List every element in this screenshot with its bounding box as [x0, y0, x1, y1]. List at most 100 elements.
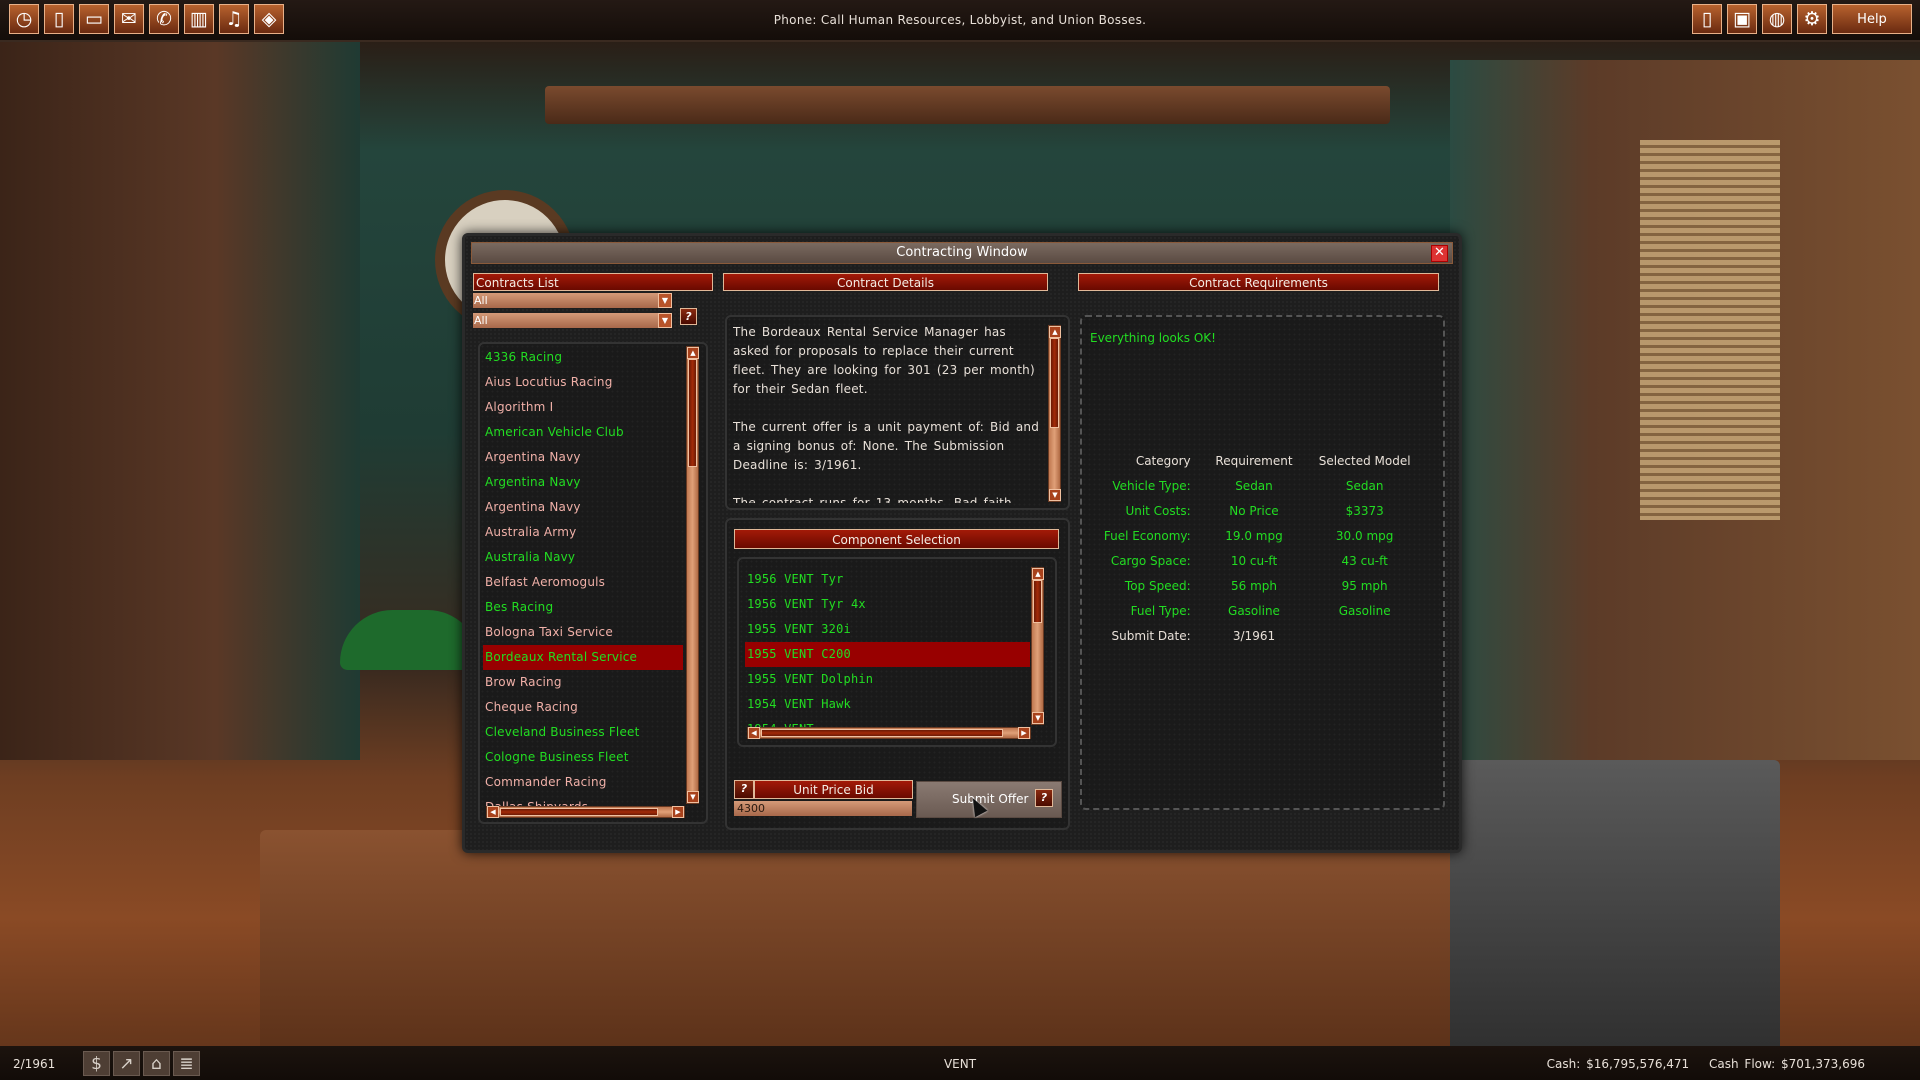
contract-list-item[interactable]: Algorithm I [483, 395, 683, 420]
contract-list-item[interactable]: 4336 Racing [483, 345, 683, 370]
component-list-item[interactable]: 1955 VENT 320i [745, 617, 1030, 642]
column-header: Selected Model [1318, 453, 1411, 468]
contracts-help-button[interactable]: ? [680, 308, 697, 325]
toolbar-right-icon-group: ▯ ▣ ◍ ⚙ [1692, 4, 1827, 34]
requirement-value: 3/1961 [1232, 628, 1276, 643]
contract-list-item[interactable]: Australia Army [483, 520, 683, 545]
component-vertical-scrollbar[interactable]: ▲ ▼ [1031, 567, 1044, 725]
scroll-thumb[interactable] [1050, 338, 1059, 428]
requirements-header-row: Category Requirement Selected Model [1090, 448, 1420, 473]
selected-model-value: $3373 [1345, 503, 1384, 518]
help-button[interactable]: Help [1832, 4, 1912, 34]
requirement-row: Cargo Space: 10 cu-ft 43 cu-ft [1090, 548, 1420, 573]
contract-list-item[interactable]: Cheque Racing [483, 695, 683, 720]
scroll-right-button[interactable]: ▶ [672, 806, 684, 818]
contract-list-item[interactable]: Bordeaux Rental Service [483, 645, 683, 670]
contract-list-item[interactable]: Bologna Taxi Service [483, 620, 683, 645]
contract-list-item[interactable]: Brow Racing [483, 670, 683, 695]
contract-list-item[interactable]: Commander Racing [483, 770, 683, 795]
contract-list-item[interactable]: Aius Locutius Racing [483, 370, 683, 395]
safe-icon[interactable]: ▣ [1727, 4, 1757, 34]
contract-list-item[interactable]: American Vehicle Club [483, 420, 683, 445]
details-paragraph: The contract runs for 13 months. Bad fai… [733, 496, 1012, 503]
scroll-right-button[interactable]: ▶ [1018, 727, 1030, 739]
door-icon[interactable]: ▯ [1692, 4, 1722, 34]
chevron-down-icon[interactable]: ▼ [658, 313, 672, 328]
contract-list-item[interactable]: Bes Racing [483, 595, 683, 620]
filter-2-value: All [474, 314, 488, 327]
selected-model-value [1309, 623, 1420, 648]
requirement-value: 56 mph [1230, 578, 1277, 593]
details-vertical-scrollbar[interactable]: ▲ ▼ [1048, 325, 1061, 502]
requirement-value: Gasoline [1228, 603, 1280, 618]
cash-flow-value: Cash Flow: $701,373,696 [1709, 1057, 1865, 1071]
component-list-item[interactable]: 1955 VENT C200 [745, 642, 1030, 667]
contracts-filter-1[interactable]: All ▼ [473, 293, 672, 308]
scroll-up-button[interactable]: ▲ [687, 347, 699, 359]
requirement-category: Cargo Space: [1110, 553, 1191, 568]
scroll-thumb[interactable] [688, 359, 697, 467]
component-horizontal-scrollbar[interactable]: ◀ ▶ [747, 727, 1031, 739]
selected-model-value: 43 cu-ft [1341, 553, 1388, 568]
scroll-thumb[interactable] [761, 729, 1003, 737]
bid-help-button[interactable]: ? [734, 780, 754, 799]
column-header: Category [1135, 453, 1191, 468]
component-list: 1956 VENT Tyr 1956 VENT Tyr 4x 1955 VENT 3… [745, 567, 1030, 732]
scroll-down-button[interactable]: ▼ [1032, 712, 1044, 724]
contract-list-item[interactable]: Argentina Navy [483, 445, 683, 470]
contracts-vertical-scrollbar[interactable]: ▲ ▼ [686, 346, 699, 804]
cash-value: Cash: $16,795,576,471 [1546, 1057, 1690, 1071]
globe-icon[interactable]: ◍ [1762, 4, 1792, 34]
unit-price-bid-label: Unit Price Bid [754, 780, 913, 799]
requirement-category: Fuel Type: [1130, 603, 1191, 618]
component-list-item[interactable]: 1956 VENT Tyr [745, 567, 1030, 592]
requirement-category: Vehicle Type: [1112, 478, 1191, 493]
window-title-bar[interactable]: Contracting Window ✕ [471, 242, 1453, 264]
contract-requirements-header: Contract Requirements [1078, 273, 1439, 291]
chevron-down-icon[interactable]: ▼ [658, 293, 672, 308]
contracts-list-header: Contracts List [473, 273, 713, 291]
contract-details-header: Contract Details [723, 273, 1048, 291]
status-message: Phone: Call Human Resources, Lobbyist, a… [773, 13, 1147, 27]
requirement-row: Top Speed: 56 mph 95 mph [1090, 573, 1420, 598]
scroll-thumb[interactable] [1033, 580, 1042, 623]
desk-lamp [340, 610, 480, 670]
contract-list-item[interactable]: Cleveland Business Fleet [483, 720, 683, 745]
submit-offer-label: Submit Offer [952, 792, 1029, 806]
component-list-item[interactable]: 1956 VENT Tyr 4x [745, 592, 1030, 617]
window-blinds [1640, 140, 1780, 520]
selected-model-value: 95 mph [1341, 578, 1388, 593]
scroll-down-button[interactable]: ▼ [687, 791, 699, 803]
details-paragraph: The current offer is a unit payment of: … [733, 420, 1040, 472]
filter-1-value: All [474, 294, 488, 307]
contract-list-item[interactable]: Argentina Navy [483, 470, 683, 495]
column-header: Requirement [1215, 453, 1293, 468]
requirement-category: Submit Date: [1111, 628, 1191, 643]
contract-list-item[interactable]: Cologne Business Fleet [483, 745, 683, 770]
submit-help-button[interactable]: ? [1035, 789, 1053, 807]
requirement-row: Submit Date: 3/1961 [1090, 623, 1420, 648]
requirement-category: Top Speed: [1124, 578, 1191, 593]
scroll-up-button[interactable]: ▲ [1032, 568, 1044, 580]
contracts-horizontal-scrollbar[interactable]: ◀ ▶ [486, 806, 685, 818]
unit-price-bid-input[interactable] [734, 801, 912, 816]
ceiling-beam [545, 86, 1390, 124]
contract-details-text: The Bordeaux Rental Service Manager has … [733, 323, 1041, 503]
scroll-up-button[interactable]: ▲ [1049, 326, 1061, 338]
requirement-value: 10 cu-ft [1230, 553, 1278, 568]
top-toolbar: ◷ ▯ ▭ ✉ ✆ ▥ ♫ ◈ Phone: Call Human Resources, Lo… [0, 0, 1920, 42]
contract-list-item[interactable]: Argentina Navy [483, 495, 683, 520]
scroll-thumb[interactable] [500, 808, 658, 816]
scroll-down-button[interactable]: ▼ [1049, 489, 1061, 501]
contracts-filter-2[interactable]: All ▼ [473, 313, 672, 328]
contract-list-item[interactable]: Australia Navy [483, 545, 683, 570]
close-button[interactable]: ✕ [1431, 245, 1448, 262]
requirement-category: Unit Costs: [1125, 503, 1191, 518]
scroll-left-button[interactable]: ◀ [748, 727, 760, 739]
component-list-item[interactable]: 1954 VENT Hawk [745, 692, 1030, 717]
component-list-item[interactable]: 1955 VENT Dolphin [745, 667, 1030, 692]
contract-list-item[interactable]: Belfast Aeromoguls [483, 570, 683, 595]
requirement-row: Fuel Economy: 19.0 mpg 30.0 mpg [1090, 523, 1420, 548]
gear-icon[interactable]: ⚙ [1797, 4, 1827, 34]
scroll-left-button[interactable]: ◀ [487, 806, 499, 818]
